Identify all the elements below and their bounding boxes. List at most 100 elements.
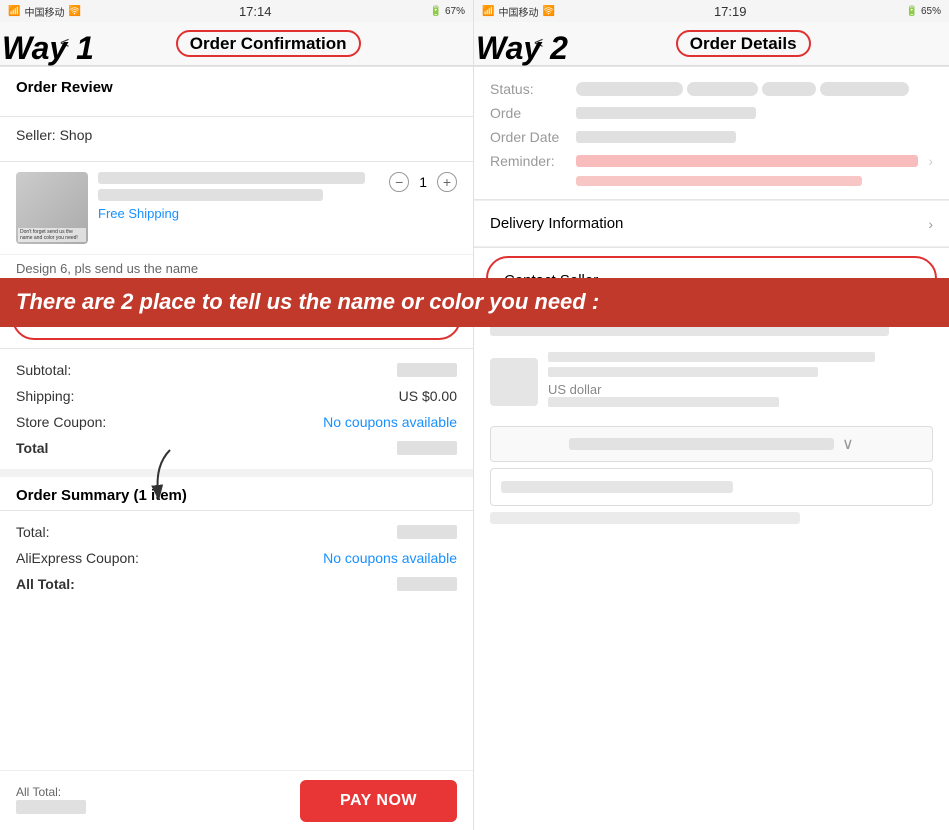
quantity-decrease-button[interactable]: − <box>389 172 409 192</box>
seller-label: Seller: <box>16 127 56 143</box>
shipping-value: US $0.00 <box>399 388 457 404</box>
pay-now-bar: All Total: PAY NOW <box>0 770 473 830</box>
quantity-increase-button[interactable]: + <box>437 172 457 192</box>
delivery-chevron-icon: › <box>928 216 933 232</box>
order-review-section: Order Review <box>0 67 473 116</box>
payment-method-select[interactable]: ∨ <box>490 426 933 462</box>
order-review-title: Order Review <box>16 79 457 96</box>
dollar-label: US dollar <box>548 382 933 397</box>
signal-icon: 📶 <box>8 6 20 17</box>
payment-item-thumb <box>490 358 538 406</box>
os-coupon-value: No coupons available <box>323 550 457 566</box>
product-details: Free Shipping <box>98 172 379 221</box>
shipping-label: Shipping: <box>16 388 74 404</box>
os-all-total-row: All Total: <box>16 571 457 597</box>
os-total-row: Total: <box>16 519 457 545</box>
payment-input-row <box>490 468 933 506</box>
reminder-chevron-icon: › <box>928 153 933 169</box>
seller-row: Seller: Shop <box>16 127 457 143</box>
right-battery: 🔋 65% <box>906 6 941 17</box>
payment-line1 <box>548 352 875 362</box>
total-row: Total <box>16 435 457 461</box>
order-date-label: Order Date <box>490 129 570 145</box>
product-title-blurred <box>98 172 365 184</box>
wifi-icon: 🛜 <box>68 6 80 17</box>
quantity-value: 1 <box>419 174 427 190</box>
payment-line2 <box>548 367 818 377</box>
pay-all-total-value <box>16 800 86 814</box>
way1-label: Way 1 <box>2 30 94 67</box>
left-status-bar: 📶 中国移动 🛜 17:14 🔋 67% <box>0 0 473 22</box>
order-label: Orde <box>490 105 570 121</box>
coupon-value: No coupons available <box>323 414 457 430</box>
red-banner: There are 2 place to tell us the name or… <box>0 278 949 327</box>
status-row: Status: <box>490 77 933 101</box>
os-all-total-label: All Total: <box>16 576 75 592</box>
subtotal-row: Subtotal: <box>16 357 457 383</box>
right-divider3 <box>474 247 949 248</box>
total-label: Total <box>16 440 48 456</box>
right-time: 17:19 <box>714 4 747 19</box>
coupon-row: Store Coupon: No coupons available <box>16 409 457 435</box>
right-signal-icon: 📶 <box>482 6 494 17</box>
coupon-label: Store Coupon: <box>16 414 106 430</box>
pay-now-button[interactable]: PAY NOW <box>300 780 457 822</box>
total-value <box>397 441 457 455</box>
right-carrier: 📶 中国移动 🛜 <box>482 4 555 19</box>
payment-dropdown-icon: ∨ <box>842 434 854 454</box>
quantity-control: − 1 + <box>389 172 457 192</box>
payment-blurred-bottom <box>490 512 800 524</box>
banner-text: There are 2 place to tell us the name or… <box>16 289 599 314</box>
delivery-label: Delivery Information <box>490 215 928 232</box>
shipping-row: Shipping: US $0.00 <box>16 383 457 409</box>
payment-section: US dollar ∨ <box>474 314 949 534</box>
thick-divider <box>0 469 473 477</box>
order-details-title: Order Details <box>676 30 811 57</box>
pay-bar-left: All Total: <box>16 785 300 817</box>
left-time: 17:14 <box>239 4 272 19</box>
seller-name: Shop <box>60 127 93 143</box>
reminder-line2 <box>490 173 933 189</box>
reminder-label: Reminder: <box>490 153 570 169</box>
reminder-line2-blurred <box>576 176 862 186</box>
left-panel: 📶 中国移动 🛜 17:14 🔋 67% Way 1 < Order Confi… <box>0 0 474 830</box>
payment-item-lines: US dollar <box>548 352 933 412</box>
order-confirmation-title: Order Confirmation <box>176 30 361 57</box>
right-wifi-icon: 🛜 <box>542 6 554 17</box>
left-nav-title: Order Confirmation <box>75 34 461 54</box>
battery-icon: 🔋 <box>430 6 442 17</box>
os-coupon-label: AliExpress Coupon: <box>16 550 139 566</box>
summary-section: Subtotal: Shipping: US $0.00 Store Coupo… <box>0 349 473 469</box>
subtotal-label: Subtotal: <box>16 362 71 378</box>
right-nav-bar: Way 2 < Order Details <box>474 22 949 66</box>
right-nav-title: Order Details <box>549 34 937 54</box>
payment-item: US dollar <box>490 344 933 420</box>
right-battery-icon: 🔋 <box>906 6 918 17</box>
order-info-section: Status: Orde Order Date Reminder: › <box>474 67 949 199</box>
product-image: Don't forget send us the name and color … <box>16 172 88 244</box>
order-date-row: Order Date <box>490 125 933 149</box>
status-label: Status: <box>490 81 570 97</box>
left-carrier: 📶 中国移动 🛜 <box>8 4 81 19</box>
order-summary-section: Total: AliExpress Coupon: No coupons ava… <box>0 511 473 605</box>
payment-line3 <box>548 397 779 407</box>
order-date-blurred <box>576 131 736 143</box>
way2-label: Way 2 <box>476 30 568 67</box>
delivery-info-row[interactable]: Delivery Information › <box>474 200 949 247</box>
seller-section: Seller: Shop <box>0 117 473 161</box>
free-shipping-label: Free Shipping <box>98 206 379 221</box>
os-coupon-row: AliExpress Coupon: No coupons available <box>16 545 457 571</box>
pay-all-total-label: All Total: <box>16 785 300 799</box>
payment-method-blurred <box>569 438 834 450</box>
left-battery: 🔋 67% <box>430 6 465 17</box>
os-total-value <box>397 525 457 539</box>
order-summary-title: Order Summary (1 item) <box>0 477 473 510</box>
product-variant-blurred <box>98 189 323 201</box>
status-value-blurred <box>576 82 933 96</box>
subtotal-value <box>397 363 457 377</box>
reminder-value-blurred <box>576 155 918 167</box>
reminder-row: Reminder: › <box>490 149 933 173</box>
left-nav-bar: Way 1 < Order Confirmation <box>0 22 473 66</box>
order-row: Orde <box>490 101 933 125</box>
payment-input-blurred <box>501 481 733 493</box>
